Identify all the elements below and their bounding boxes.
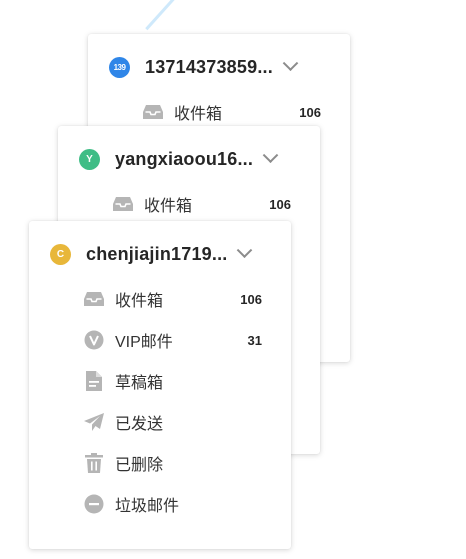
folder-spam[interactable]: 垃圾邮件 bbox=[82, 492, 262, 516]
vip-icon bbox=[82, 328, 106, 352]
unread-count: 31 bbox=[247, 332, 262, 348]
account-name: 13714373859... bbox=[145, 56, 273, 77]
inbox-icon bbox=[141, 100, 165, 124]
folder-sent[interactable]: 已发送 bbox=[82, 410, 262, 434]
draft-icon bbox=[82, 369, 106, 393]
account-name: chenjiajin1719... bbox=[86, 243, 228, 264]
folder-inbox[interactable]: 收件箱 106 bbox=[82, 287, 262, 311]
inbox-icon bbox=[82, 287, 106, 311]
unread-count: 106 bbox=[299, 104, 321, 120]
spam-icon bbox=[82, 492, 106, 516]
folder-label: 收件箱 bbox=[115, 293, 164, 310]
folder-inbox[interactable]: 收件箱 106 bbox=[141, 100, 321, 124]
trash-icon bbox=[82, 451, 106, 475]
folder-inbox[interactable]: 收件箱 106 bbox=[111, 192, 291, 216]
account-card-3: C chenjiajin1719... 收件箱 106 VIP邮件 31 草稿箱… bbox=[29, 221, 291, 549]
folder-label: 收件箱 bbox=[144, 198, 193, 215]
folder-label: VIP邮件 bbox=[115, 334, 173, 351]
unread-count: 106 bbox=[269, 196, 291, 212]
background-decoration-line bbox=[145, 0, 179, 31]
account-header[interactable]: 139 13714373859... bbox=[109, 54, 299, 78]
folder-drafts[interactable]: 草稿箱 bbox=[82, 369, 262, 393]
folder-deleted[interactable]: 已删除 bbox=[82, 451, 262, 475]
account-name: yangxiaoou16... bbox=[115, 148, 254, 169]
folder-vip[interactable]: VIP邮件 31 bbox=[82, 328, 262, 352]
folder-label: 草稿箱 bbox=[115, 375, 164, 392]
chevron-down-icon[interactable] bbox=[282, 54, 299, 71]
chevron-down-icon[interactable] bbox=[237, 241, 253, 258]
folder-label: 收件箱 bbox=[174, 106, 223, 123]
folder-label: 已发送 bbox=[115, 416, 164, 433]
folder-label: 已删除 bbox=[115, 457, 164, 474]
inbox-icon bbox=[111, 192, 135, 216]
account-header[interactable]: C chenjiajin1719... bbox=[50, 241, 253, 265]
folder-label: 垃圾邮件 bbox=[115, 498, 180, 515]
account-header[interactable]: Y yangxiaoou16... bbox=[79, 146, 279, 170]
account-avatar: 139 bbox=[109, 56, 130, 78]
account-avatar: C bbox=[50, 243, 71, 265]
account-avatar: Y bbox=[79, 148, 100, 170]
chevron-down-icon[interactable] bbox=[262, 146, 279, 163]
sent-icon bbox=[82, 410, 106, 434]
unread-count: 106 bbox=[240, 291, 262, 307]
